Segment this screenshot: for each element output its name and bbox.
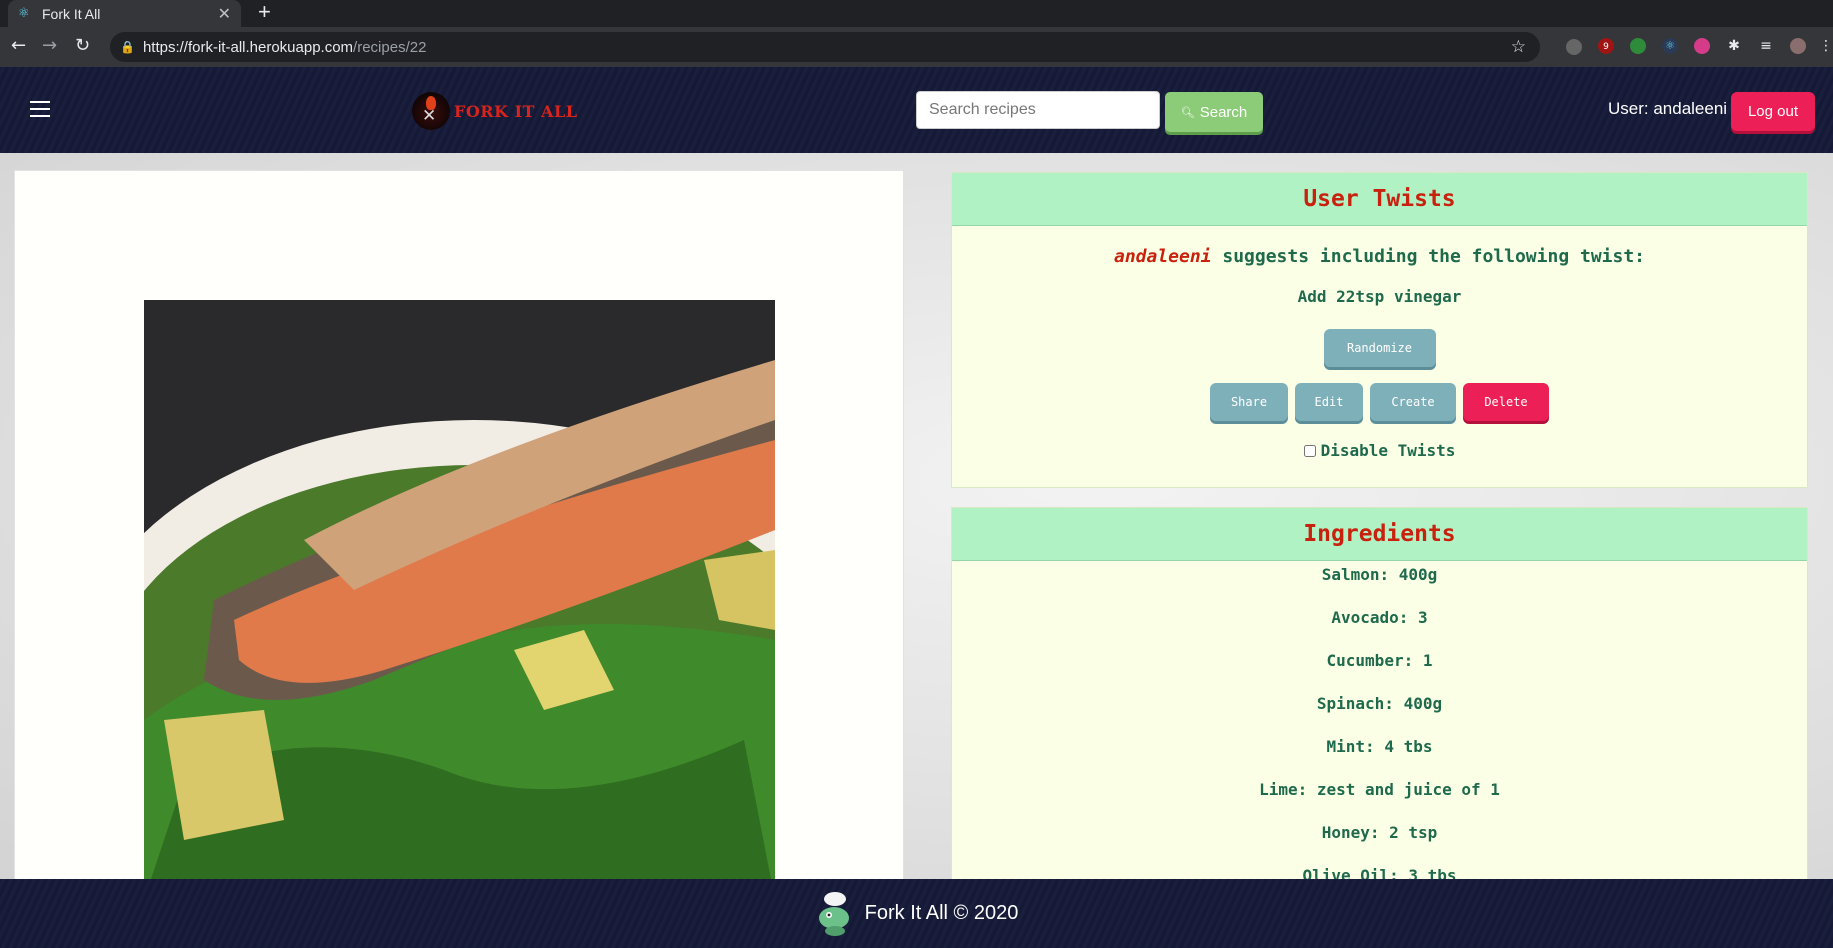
ingredients-header: Ingredients xyxy=(952,508,1807,561)
browser-menu-icon[interactable]: ⋮ xyxy=(1818,38,1833,54)
search-icon: 🔍︎ xyxy=(1180,106,1195,119)
share-button[interactable]: Share xyxy=(1210,383,1288,421)
bookmark-star-icon[interactable]: ☆ xyxy=(1511,37,1526,57)
ingredients-panel: Ingredients Salmon: 400g Avocado: 3 Cucu… xyxy=(951,507,1808,887)
disable-twists-label: Disable Twists xyxy=(1320,441,1456,460)
close-tab-icon[interactable]: ✕ xyxy=(218,5,231,22)
twists-header: User Twists xyxy=(952,173,1807,226)
logo-text: FORK IT ALL xyxy=(454,101,578,121)
puzzle-extensions-icon[interactable]: ✱ xyxy=(1726,38,1742,54)
app-header: FORK IT ALL 🔍︎ Search User: andaleeni Lo… xyxy=(0,67,1833,153)
twist-author[interactable]: andaleeni xyxy=(1114,246,1212,267)
recipe-image-card xyxy=(14,170,904,890)
disable-twists-option[interactable]: Disable Twists xyxy=(952,441,1807,460)
twist-suggestion-text: suggests including the following twist: xyxy=(1222,246,1646,267)
back-arrow-icon[interactable]: ← xyxy=(11,35,26,57)
url-host: https://fork-it-all.herokuapp.com xyxy=(142,38,354,56)
twists-title: User Twists xyxy=(1303,186,1456,212)
react-devtools-icon[interactable]: ⚛ xyxy=(1662,38,1678,54)
color-extension-icon[interactable] xyxy=(1694,38,1710,54)
create-button[interactable]: Create xyxy=(1370,383,1456,421)
edit-button[interactable]: Edit xyxy=(1295,383,1363,421)
reload-icon[interactable]: ↻ xyxy=(75,35,90,57)
extension-icon-1[interactable] xyxy=(1566,39,1582,55)
hamburger-menu-icon[interactable] xyxy=(30,101,50,117)
ingredient-item: Spinach: 400g xyxy=(1316,694,1443,713)
ingredient-item: Honey: 2 tsp xyxy=(1321,823,1438,842)
tab-title: Fork It All xyxy=(42,5,101,22)
ingredient-item: Cucumber: 1 xyxy=(1326,651,1433,670)
current-user-label: User: andaleeni xyxy=(1608,99,1728,118)
randomize-button[interactable]: Randomize xyxy=(1323,329,1436,367)
browser-toolbar: ← → ↻ 🔒 https://fork-it-all.herokuapp.co… xyxy=(0,27,1833,67)
twist-actions: Share Edit Create Delete xyxy=(952,383,1807,421)
ingredients-title: Ingredients xyxy=(1303,521,1456,547)
reading-list-icon[interactable]: ≡ xyxy=(1758,38,1774,54)
browser-tab-strip: ⚛ Fork It All ✕ + xyxy=(0,0,1833,27)
app-footer: Fork It All © 2020 xyxy=(0,879,1833,948)
react-favicon-icon: ⚛ xyxy=(18,5,30,21)
ingredient-item: Mint: 4 tbs xyxy=(1326,737,1433,756)
lock-icon: 🔒 xyxy=(120,40,135,54)
logo-fork-icon xyxy=(412,92,450,130)
ingredient-item: Salmon: 400g xyxy=(1321,565,1438,584)
url-text: https://fork-it-all.herokuapp.com/recipe… xyxy=(143,39,426,56)
randomize-row: Randomize xyxy=(952,329,1807,367)
site-logo[interactable]: FORK IT ALL xyxy=(412,92,577,130)
new-tab-button[interactable]: + xyxy=(258,1,271,23)
tree-extension-icon[interactable] xyxy=(1630,38,1646,54)
ublock-badge: 9 xyxy=(1603,42,1609,52)
search-input[interactable] xyxy=(916,91,1160,129)
chef-mascot-icon xyxy=(818,891,849,936)
twist-suggestion: andaleeni suggests including the followi… xyxy=(952,246,1807,267)
delete-button[interactable]: Delete xyxy=(1463,383,1549,421)
url-path: /recipes/22 xyxy=(353,38,427,56)
logout-button[interactable]: Log out xyxy=(1731,92,1815,131)
twist-content: Add 22tsp vinegar xyxy=(1297,287,1462,306)
search-button[interactable]: 🔍︎ Search xyxy=(1165,92,1263,132)
footer-copyright: Fork It All © 2020 xyxy=(864,902,1019,924)
user-twists-panel: User Twists andaleeni suggests including… xyxy=(951,172,1808,488)
address-bar[interactable]: 🔒 https://fork-it-all.herokuapp.com/reci… xyxy=(110,32,1540,62)
disable-twists-checkbox[interactable] xyxy=(1303,444,1316,457)
ingredient-list: Salmon: 400g Avocado: 3 Cucumber: 1 Spin… xyxy=(952,561,1807,886)
ublock-extension-icon[interactable]: 9 xyxy=(1598,38,1614,54)
browser-tab[interactable]: ⚛ Fork It All ✕ xyxy=(8,0,241,27)
search-button-label: Search xyxy=(1199,103,1248,121)
forward-arrow-icon[interactable]: → xyxy=(42,35,57,57)
ingredient-item: Avocado: 3 xyxy=(1331,608,1428,627)
ingredient-item: Lime: zest and juice of 1 xyxy=(1259,780,1500,799)
profile-avatar[interactable] xyxy=(1790,38,1806,54)
recipe-photo xyxy=(144,300,775,889)
